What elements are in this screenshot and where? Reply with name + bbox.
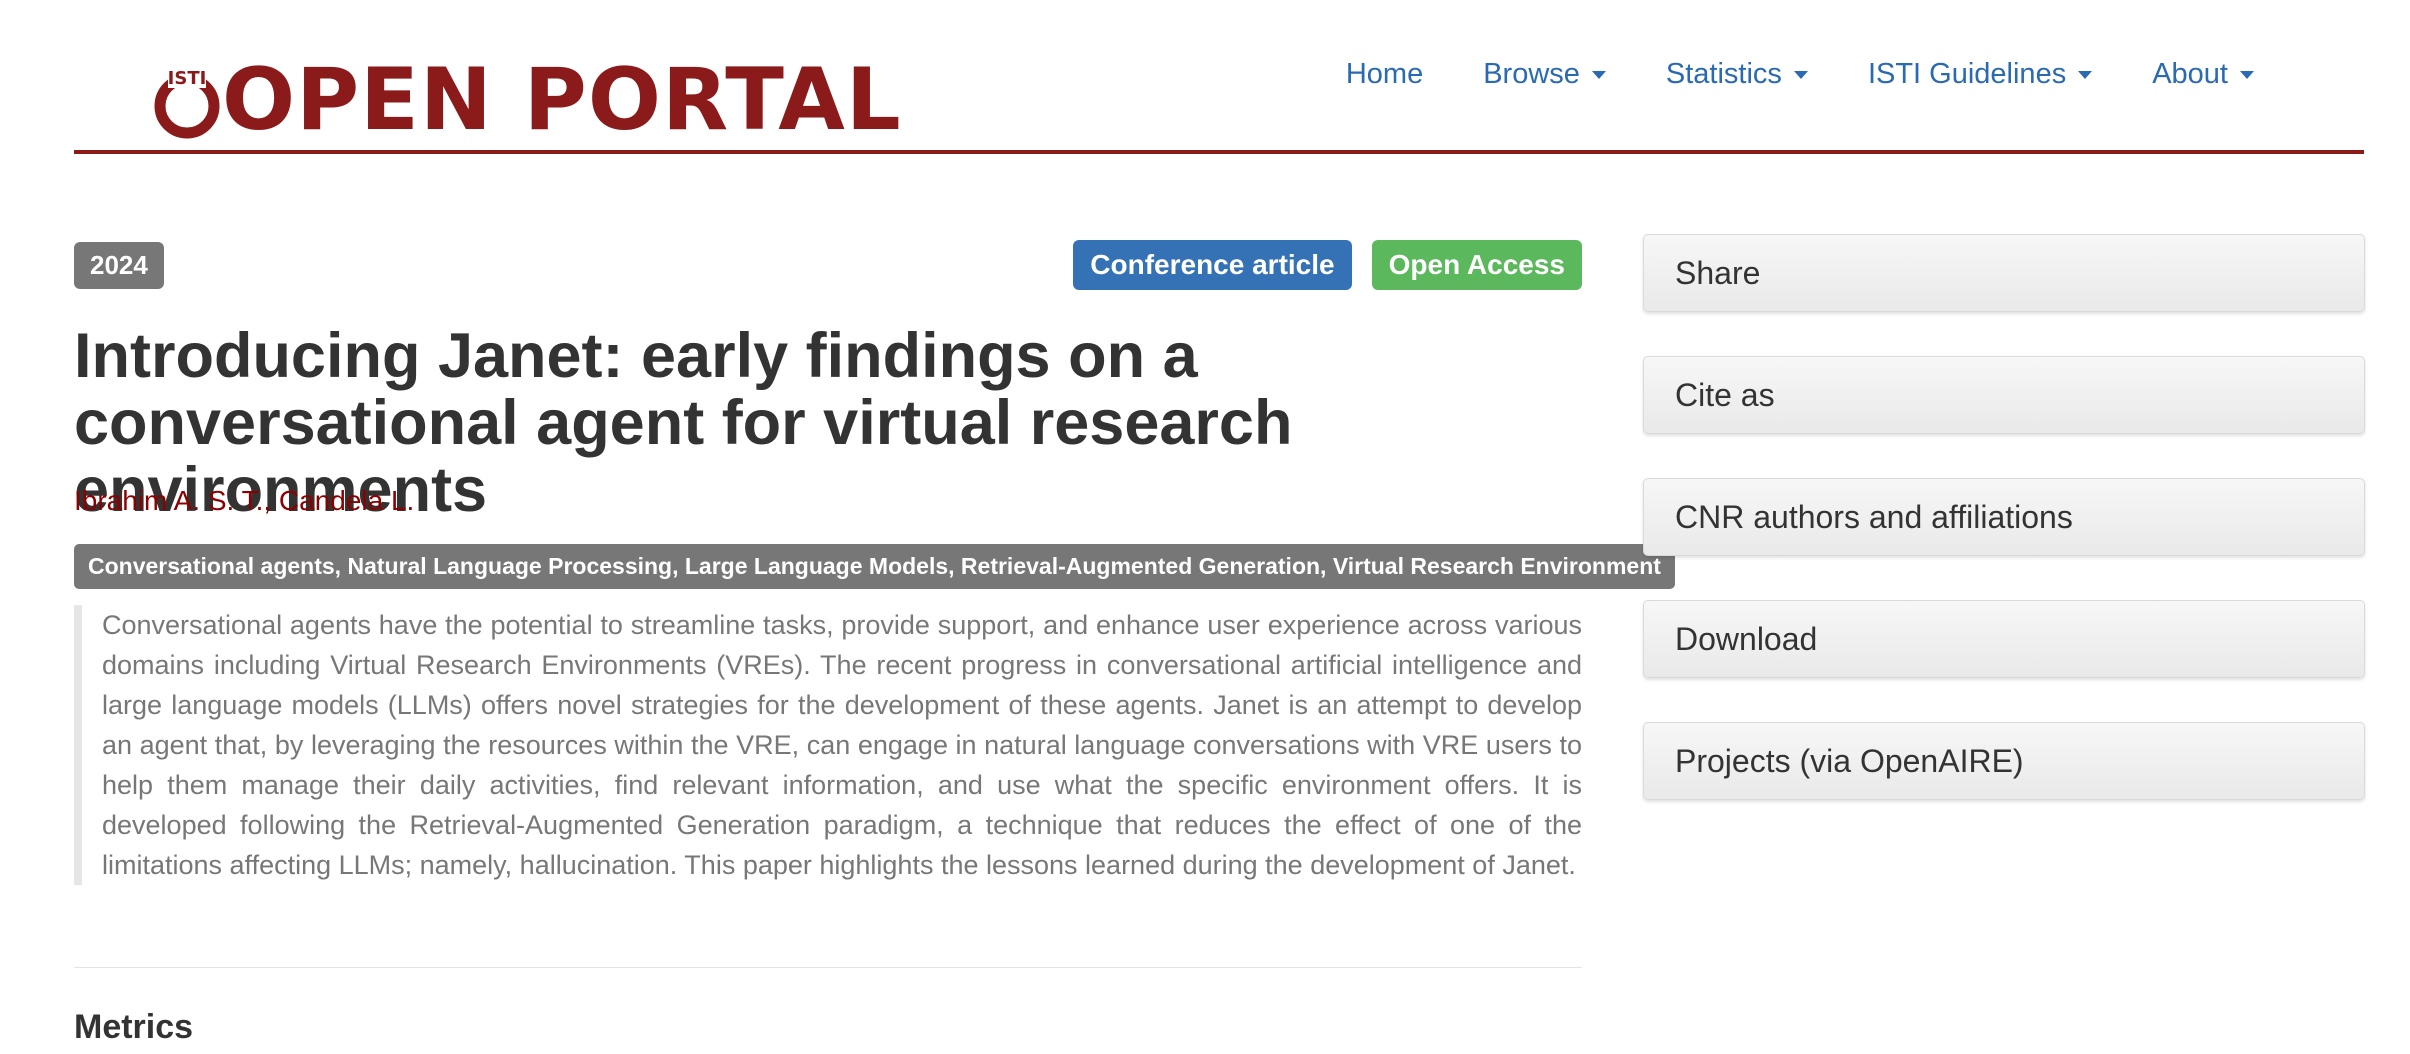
keywords-badge: Conversational agents, Natural Language …: [74, 544, 1675, 589]
nav-about-label: About: [2152, 58, 2228, 90]
article-authors[interactable]: Ibrahim A. S. T., Candela L.: [74, 485, 414, 517]
caret-down-icon: [2078, 70, 2093, 79]
projects-panel-label: Projects (via OpenAIRE): [1675, 742, 2024, 779]
cite-as-panel[interactable]: Cite as: [1643, 356, 2365, 434]
nav-statistics-label: Statistics: [1665, 58, 1782, 90]
projects-panel[interactable]: Projects (via OpenAIRE): [1643, 722, 2365, 800]
caret-down-icon: [1793, 70, 1808, 79]
page: ISTI OPEN PORTAL Home Browse Statistics …: [0, 0, 2410, 1054]
section-divider: [74, 967, 1582, 968]
nav-isti-guidelines[interactable]: ISTI Guidelines: [1867, 58, 2093, 91]
isti-logo-icon: ISTI: [154, 58, 220, 142]
metrics-heading: Metrics: [74, 1008, 194, 1046]
nav-home[interactable]: Home: [1346, 58, 1423, 91]
cnr-authors-panel-label: CNR authors and affiliations: [1675, 498, 2073, 535]
type-badge: Conference article: [1073, 240, 1352, 290]
share-panel-label: Share: [1675, 254, 1761, 291]
site-header: ISTI OPEN PORTAL Home Browse Statistics …: [74, 0, 2364, 154]
open-portal-logo[interactable]: ISTI OPEN PORTAL: [154, 50, 902, 150]
download-panel-label: Download: [1675, 620, 1818, 657]
nav-browse[interactable]: Browse: [1483, 58, 1606, 91]
sidebar: Share Cite as CNR authors and affiliatio…: [1643, 234, 2365, 844]
open-access-badge: Open Access: [1371, 240, 1582, 290]
nav-browse-label: Browse: [1483, 58, 1580, 90]
logo-mark-text: ISTI: [168, 68, 207, 89]
nav-home-label: Home: [1345, 58, 1424, 90]
logo-text: OPEN PORTAL: [222, 50, 902, 150]
year-badge: 2024: [74, 242, 164, 289]
article-abstract: Conversational agents have the potential…: [74, 605, 1582, 885]
caret-down-icon: [2240, 70, 2254, 79]
cite-as-panel-label: Cite as: [1675, 376, 1775, 413]
caret-down-icon: [1591, 70, 1606, 79]
download-panel[interactable]: Download: [1643, 600, 2365, 678]
nav-statistics[interactable]: Statistics: [1666, 58, 1808, 91]
nav-isti-guidelines-label: ISTI Guidelines: [1867, 58, 2067, 90]
article-badges: Conference article Open Access: [1073, 240, 1582, 290]
main-nav: Home Browse Statistics ISTI Guidelines A…: [1346, 58, 2254, 91]
share-panel[interactable]: Share: [1643, 234, 2365, 312]
cnr-authors-panel[interactable]: CNR authors and affiliations: [1643, 478, 2365, 556]
nav-about[interactable]: About: [2152, 58, 2254, 91]
